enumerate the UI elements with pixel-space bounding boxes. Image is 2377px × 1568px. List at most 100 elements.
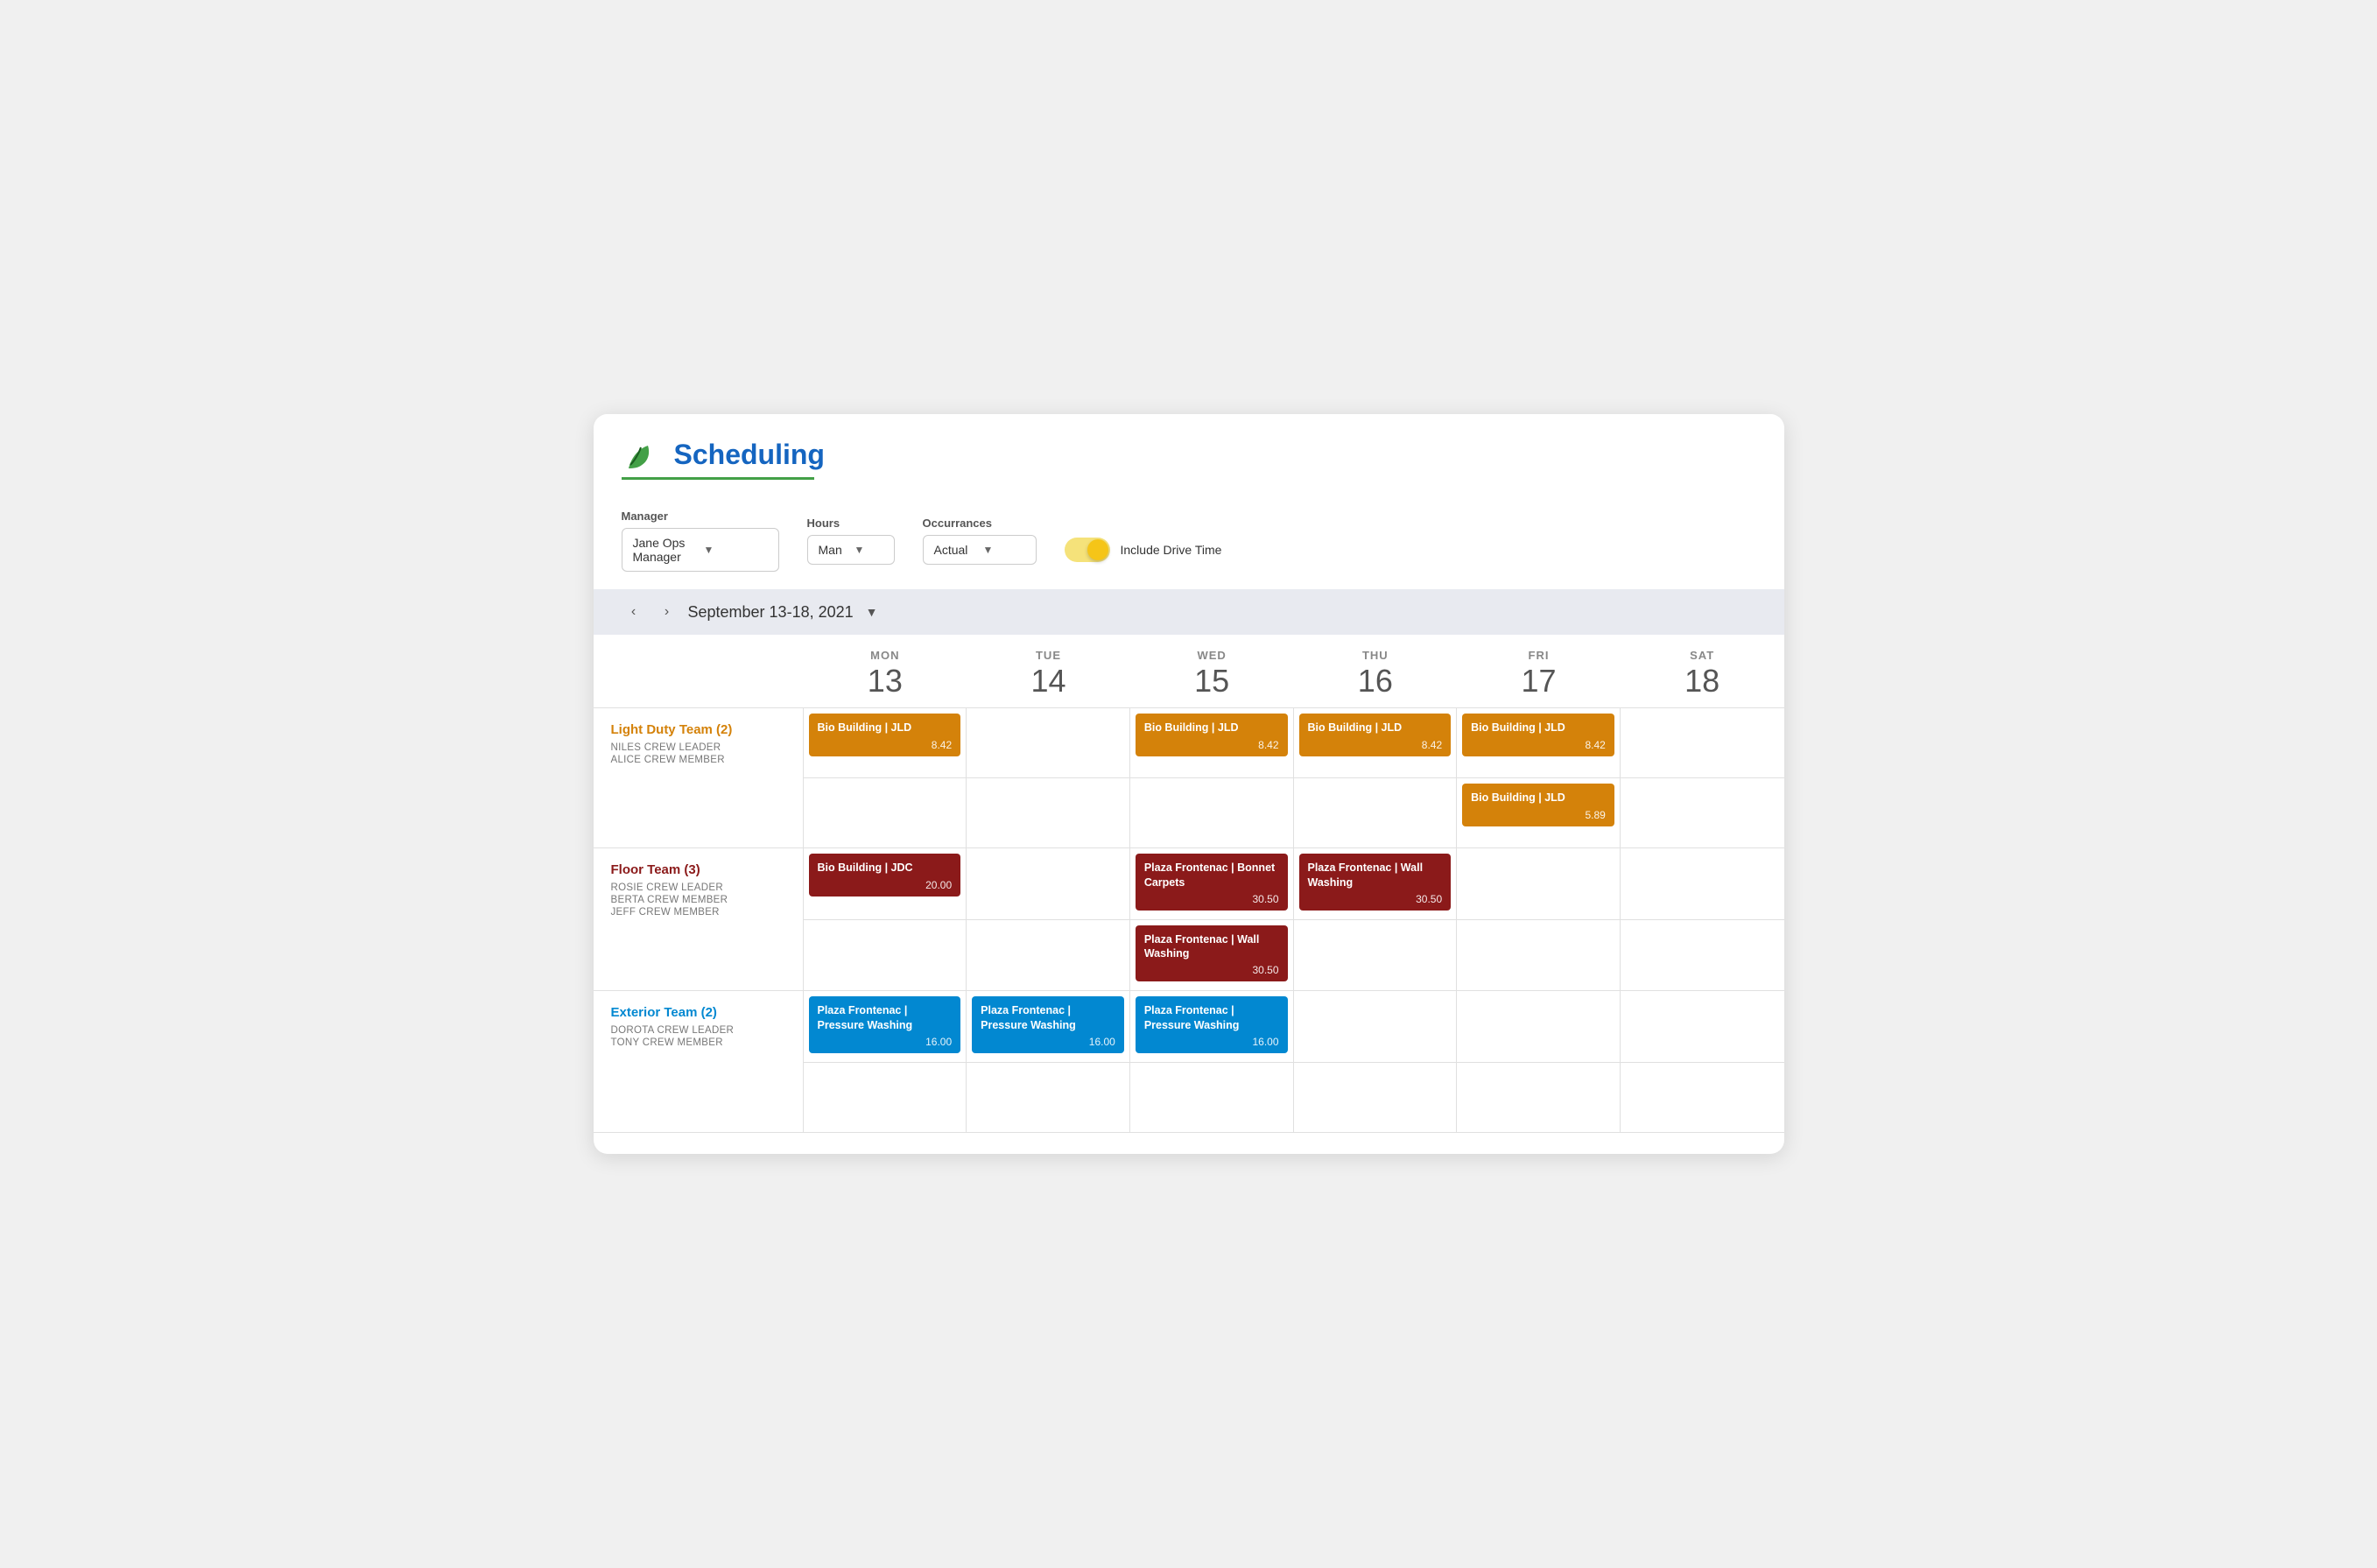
calendar-cell xyxy=(804,778,967,848)
team-member: TONY CREW MEMBER xyxy=(611,1037,785,1048)
calendar-cell xyxy=(967,708,1130,778)
calendar-cell xyxy=(967,848,1130,920)
team-info-light-duty: Light Duty Team (2) NILES CREW LEADER ALIC… xyxy=(594,708,804,848)
team-info-floor: Floor Team (3)ROSIE CREW LEADERBERTA CRE… xyxy=(594,848,804,991)
event-card[interactable]: Plaza Frontenac | Wall Washing30.50 xyxy=(1136,925,1288,982)
day-name: THU xyxy=(1301,649,1451,662)
calendar-cell xyxy=(967,1063,1130,1133)
hours-select[interactable]: Man ▼ xyxy=(807,535,895,565)
occurrances-value: Actual xyxy=(934,543,976,557)
manager-select[interactable]: Jane Ops Manager ▼ xyxy=(622,528,779,572)
event-title: Plaza Frontenac | Pressure Washing xyxy=(981,1003,1115,1032)
day-name: MON xyxy=(811,649,960,662)
calendar-cell xyxy=(804,920,967,992)
calendar-cell: Bio Building | JLD8.42 xyxy=(804,708,967,778)
calendar-cell xyxy=(1621,920,1784,992)
calendar-cell xyxy=(1294,1063,1458,1133)
title-underline xyxy=(622,477,814,480)
team-info-exterior: Exterior Team (2) DOROTA CREW LEADERTONY … xyxy=(594,991,804,1133)
event-card[interactable]: Bio Building | JLD8.42 xyxy=(1462,714,1614,756)
app-header: Scheduling xyxy=(594,414,1784,480)
day-header-mon: MON 13 xyxy=(804,635,967,708)
day-header-fri: FRI 17 xyxy=(1457,635,1621,708)
filters-bar: Manager Jane Ops Manager ▼ Hours Man ▼ O… xyxy=(594,496,1784,589)
date-nav-bar: ‹ › September 13-18, 2021 ▼ xyxy=(594,589,1784,635)
event-card[interactable]: Bio Building | JLD8.42 xyxy=(809,714,961,756)
event-card[interactable]: Bio Building | JLD5.89 xyxy=(1462,784,1614,826)
event-card[interactable]: Bio Building | JDC20.00 xyxy=(809,854,961,896)
day-header-thu: THU 16 xyxy=(1294,635,1458,708)
team-member: ALICE CREW MEMBER xyxy=(611,755,785,765)
calendar-cell: Plaza Frontenac | Wall Washing30.50 xyxy=(1130,920,1294,992)
event-card[interactable]: Plaza Frontenac | Wall Washing30.50 xyxy=(1299,854,1452,911)
calendar-cell: Plaza Frontenac | Pressure Washing16.00 xyxy=(804,991,967,1063)
calendar-cell: Plaza Frontenac | Bonnet Carpets30.50 xyxy=(1130,848,1294,920)
calendar-cell: Bio Building | JLD 8.42 xyxy=(1294,708,1458,778)
calendar-cell: Bio Building | JLD5.89 xyxy=(1457,778,1621,848)
team-name: Floor Team (3) xyxy=(611,862,785,877)
event-hours: 8.42 xyxy=(1471,739,1606,751)
calendar-cell xyxy=(804,1063,967,1133)
manager-value: Jane Ops Manager xyxy=(633,536,697,564)
team-member: DOROTA CREW LEADER xyxy=(611,1025,785,1036)
event-card[interactable]: Plaza Frontenac | Pressure Washing16.00 xyxy=(809,996,961,1053)
day-number: 14 xyxy=(974,665,1123,697)
calendar-cell xyxy=(1621,848,1784,920)
calendar-cell xyxy=(1621,778,1784,848)
manager-filter-group: Manager Jane Ops Manager ▼ xyxy=(622,510,779,572)
occurrances-select[interactable]: Actual ▼ xyxy=(923,535,1037,565)
day-header-tue: TUE 14 xyxy=(967,635,1130,708)
day-number: 17 xyxy=(1464,665,1614,697)
event-title: Plaza Frontenac | Pressure Washing xyxy=(1144,1003,1279,1032)
day-number: 13 xyxy=(811,665,960,697)
day-name: SAT xyxy=(1628,649,1777,662)
calendar-table: MON 13 TUE 14 WED 15 THU 16 FRI 17 SAT 1… xyxy=(594,635,1784,1133)
calendar-cell xyxy=(1621,708,1784,778)
event-card[interactable]: Bio Building | JLD8.42 xyxy=(1136,714,1288,756)
calendar-cell xyxy=(1621,1063,1784,1133)
day-name: FRI xyxy=(1464,649,1614,662)
event-hours: 8.42 xyxy=(1308,739,1443,751)
event-card[interactable]: Plaza Frontenac | Bonnet Carpets30.50 xyxy=(1136,854,1288,911)
toggle-thumb xyxy=(1087,539,1108,560)
calendar-cell: Bio Building | JLD8.42 xyxy=(1130,708,1294,778)
event-title: Bio Building | JLD xyxy=(818,721,953,735)
event-card[interactable]: Bio Building | JLD 8.42 xyxy=(1299,714,1452,756)
manager-label: Manager xyxy=(622,510,779,523)
team-member: NILES CREW LEADER xyxy=(611,742,785,753)
event-card[interactable]: Plaza Frontenac | Pressure Washing16.00 xyxy=(972,996,1124,1053)
event-title: Bio Building | JDC xyxy=(818,861,953,875)
team-name: Light Duty Team (2) xyxy=(611,722,785,737)
drive-time-group: Include Drive Time xyxy=(1065,520,1222,562)
team-member: BERTA CREW MEMBER xyxy=(611,895,785,905)
event-title: Bio Building | JLD xyxy=(1308,721,1443,735)
calendar-cell xyxy=(1457,1063,1621,1133)
calendar-cell: Plaza Frontenac | Wall Washing30.50 xyxy=(1294,848,1458,920)
occurrances-filter-group: Occurrances Actual ▼ xyxy=(923,517,1037,565)
event-card[interactable]: Plaza Frontenac | Pressure Washing16.00 xyxy=(1136,996,1288,1053)
app-container: Scheduling Manager Jane Ops Manager ▼ Ho… xyxy=(594,414,1784,1154)
calendar-cell: Plaza Frontenac | Pressure Washing16.00 xyxy=(967,991,1130,1063)
calendar-cell xyxy=(1294,991,1458,1063)
calendar-cell xyxy=(1621,991,1784,1063)
prev-week-button[interactable]: ‹ xyxy=(622,600,646,624)
page-title: Scheduling xyxy=(674,439,825,471)
hours-chevron-icon: ▼ xyxy=(854,544,883,556)
team-member: JEFF CREW MEMBER xyxy=(611,907,785,918)
team-name: Exterior Team (2) xyxy=(611,1005,785,1020)
calendar-cell xyxy=(1457,991,1621,1063)
drive-time-label: Include Drive Time xyxy=(1121,543,1222,557)
leaf-logo-icon xyxy=(622,435,660,474)
event-title: Bio Building | JLD xyxy=(1471,791,1606,805)
date-range-chevron-icon[interactable]: ▼ xyxy=(866,605,878,619)
day-number: 16 xyxy=(1301,665,1451,697)
event-title: Plaza Frontenac | Bonnet Carpets xyxy=(1144,861,1279,889)
drive-time-toggle[interactable] xyxy=(1065,538,1110,562)
hours-value: Man xyxy=(819,543,847,557)
next-week-button[interactable]: › xyxy=(655,600,679,624)
event-title: Plaza Frontenac | Wall Washing xyxy=(1144,932,1279,961)
hours-label: Hours xyxy=(807,517,895,530)
calendar-cell xyxy=(1294,778,1458,848)
calendar-cell xyxy=(1457,920,1621,992)
calendar-cell: Bio Building | JDC20.00 xyxy=(804,848,967,920)
